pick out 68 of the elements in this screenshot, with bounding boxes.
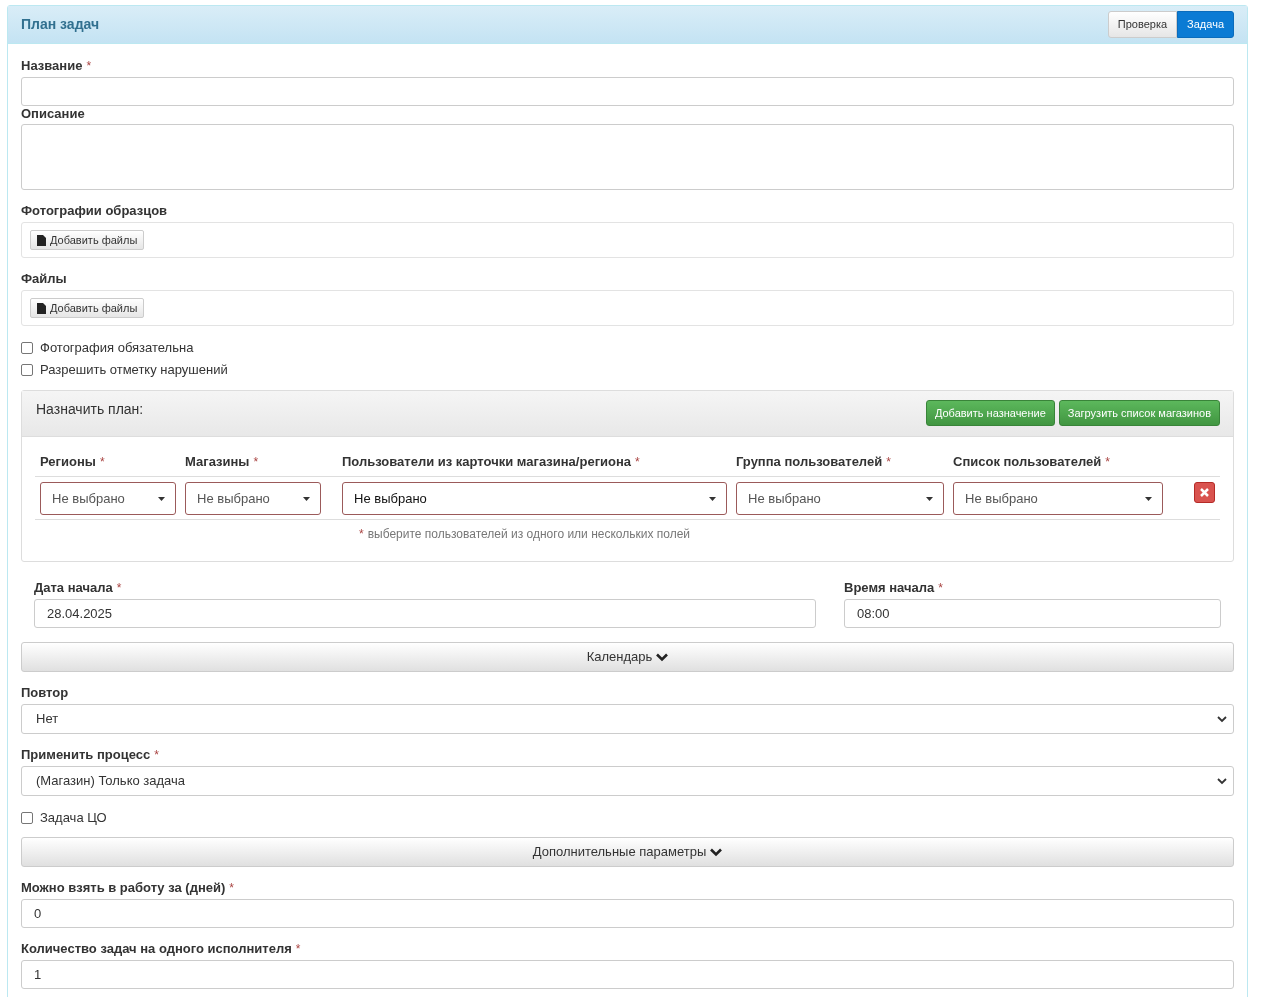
file-icon xyxy=(37,234,46,246)
tab[interactable]: Проверка xyxy=(1107,11,1178,38)
dropdown[interactable]: Не выбрано xyxy=(40,482,176,515)
checkbox-label: Задача ЦО xyxy=(40,809,107,828)
field-label: Название xyxy=(21,58,83,74)
select-field[interactable]: (Магазин) Только задача xyxy=(21,766,1234,796)
checkbox-label: Разрешить отметку нарушений xyxy=(40,361,228,380)
field-label: Магазины xyxy=(185,454,250,470)
chevron-down-icon xyxy=(710,847,723,857)
field-label: Регионы xyxy=(40,454,96,470)
panel-title: План задач xyxy=(21,15,100,34)
required-mark: * xyxy=(295,941,301,957)
required-mark: * xyxy=(154,747,159,763)
expander-bar[interactable]: Дополнительные параметры xyxy=(21,837,1234,867)
required-mark: * xyxy=(229,880,234,896)
field-label: Описание xyxy=(21,106,85,122)
description-field[interactable] xyxy=(21,124,1234,190)
caret-icon xyxy=(158,496,165,501)
field-label: Группа пользователей xyxy=(736,454,883,470)
panel-title: Назначить план: xyxy=(36,400,144,419)
required-mark: * xyxy=(635,454,640,470)
dropdown[interactable]: Не выбрано xyxy=(953,482,1163,515)
field-label: Файлы xyxy=(21,271,67,287)
text-field[interactable]: 08:00 xyxy=(844,599,1221,628)
close-icon xyxy=(1200,488,1209,497)
caret-icon xyxy=(1145,496,1152,501)
file-icon xyxy=(37,302,46,314)
required-mark: * xyxy=(86,58,92,74)
field-label: Время начала xyxy=(844,580,935,596)
field-label: Можно взять в работу за (дней) xyxy=(21,880,226,896)
dropdown[interactable]: Не выбрано xyxy=(342,482,727,515)
required-mark: * xyxy=(99,454,105,470)
field-label: Список пользователей xyxy=(953,454,1102,470)
checkbox[interactable] xyxy=(21,812,33,824)
checkbox[interactable] xyxy=(21,364,33,376)
required-mark: * xyxy=(359,526,364,543)
caret-icon xyxy=(926,496,933,501)
checkbox[interactable] xyxy=(21,342,33,354)
field-label: Фотографии образцов xyxy=(21,203,168,219)
delete-button[interactable] xyxy=(1194,482,1215,503)
dropdown[interactable]: Не выбрано xyxy=(185,482,321,515)
text-field[interactable]: 28.04.2025 xyxy=(34,599,816,628)
checkbox-label: Фотография обязательна xyxy=(40,339,194,358)
required-mark: * xyxy=(938,580,943,596)
caret-icon xyxy=(709,496,716,501)
required-mark: * xyxy=(253,454,259,470)
required-mark: * xyxy=(886,454,891,470)
hint-text: выберите пользователей из одного или нескольких полей xyxy=(367,526,691,543)
field-label: Пользователи из карточки магазина/региона xyxy=(342,454,632,470)
text-field[interactable] xyxy=(21,77,1234,106)
text-field[interactable]: 0 xyxy=(21,899,1234,928)
dropdown[interactable]: Не выбрано xyxy=(736,482,944,515)
field-label: Дата начала xyxy=(34,580,113,596)
add-files-button[interactable]: Добавить файлы xyxy=(30,230,145,250)
tab[interactable]: Задача xyxy=(1177,11,1234,38)
required-mark: * xyxy=(116,580,122,596)
select-field[interactable]: Нет xyxy=(21,704,1234,734)
text-field[interactable]: 1 xyxy=(21,960,1234,989)
chevron-down-icon xyxy=(1217,715,1227,723)
chevron-down-icon xyxy=(1217,777,1227,785)
chevron-down-icon xyxy=(656,652,669,662)
add-files-button[interactable]: Добавить файлы xyxy=(30,298,145,318)
required-mark: * xyxy=(1105,454,1110,470)
caret-icon xyxy=(303,496,310,501)
field-label: Применить процесс xyxy=(21,747,151,763)
field-label: Повтор xyxy=(21,685,69,701)
field-label: Количество задач на одного исполнителя xyxy=(21,941,292,957)
expander-bar[interactable]: Календарь xyxy=(21,642,1234,672)
